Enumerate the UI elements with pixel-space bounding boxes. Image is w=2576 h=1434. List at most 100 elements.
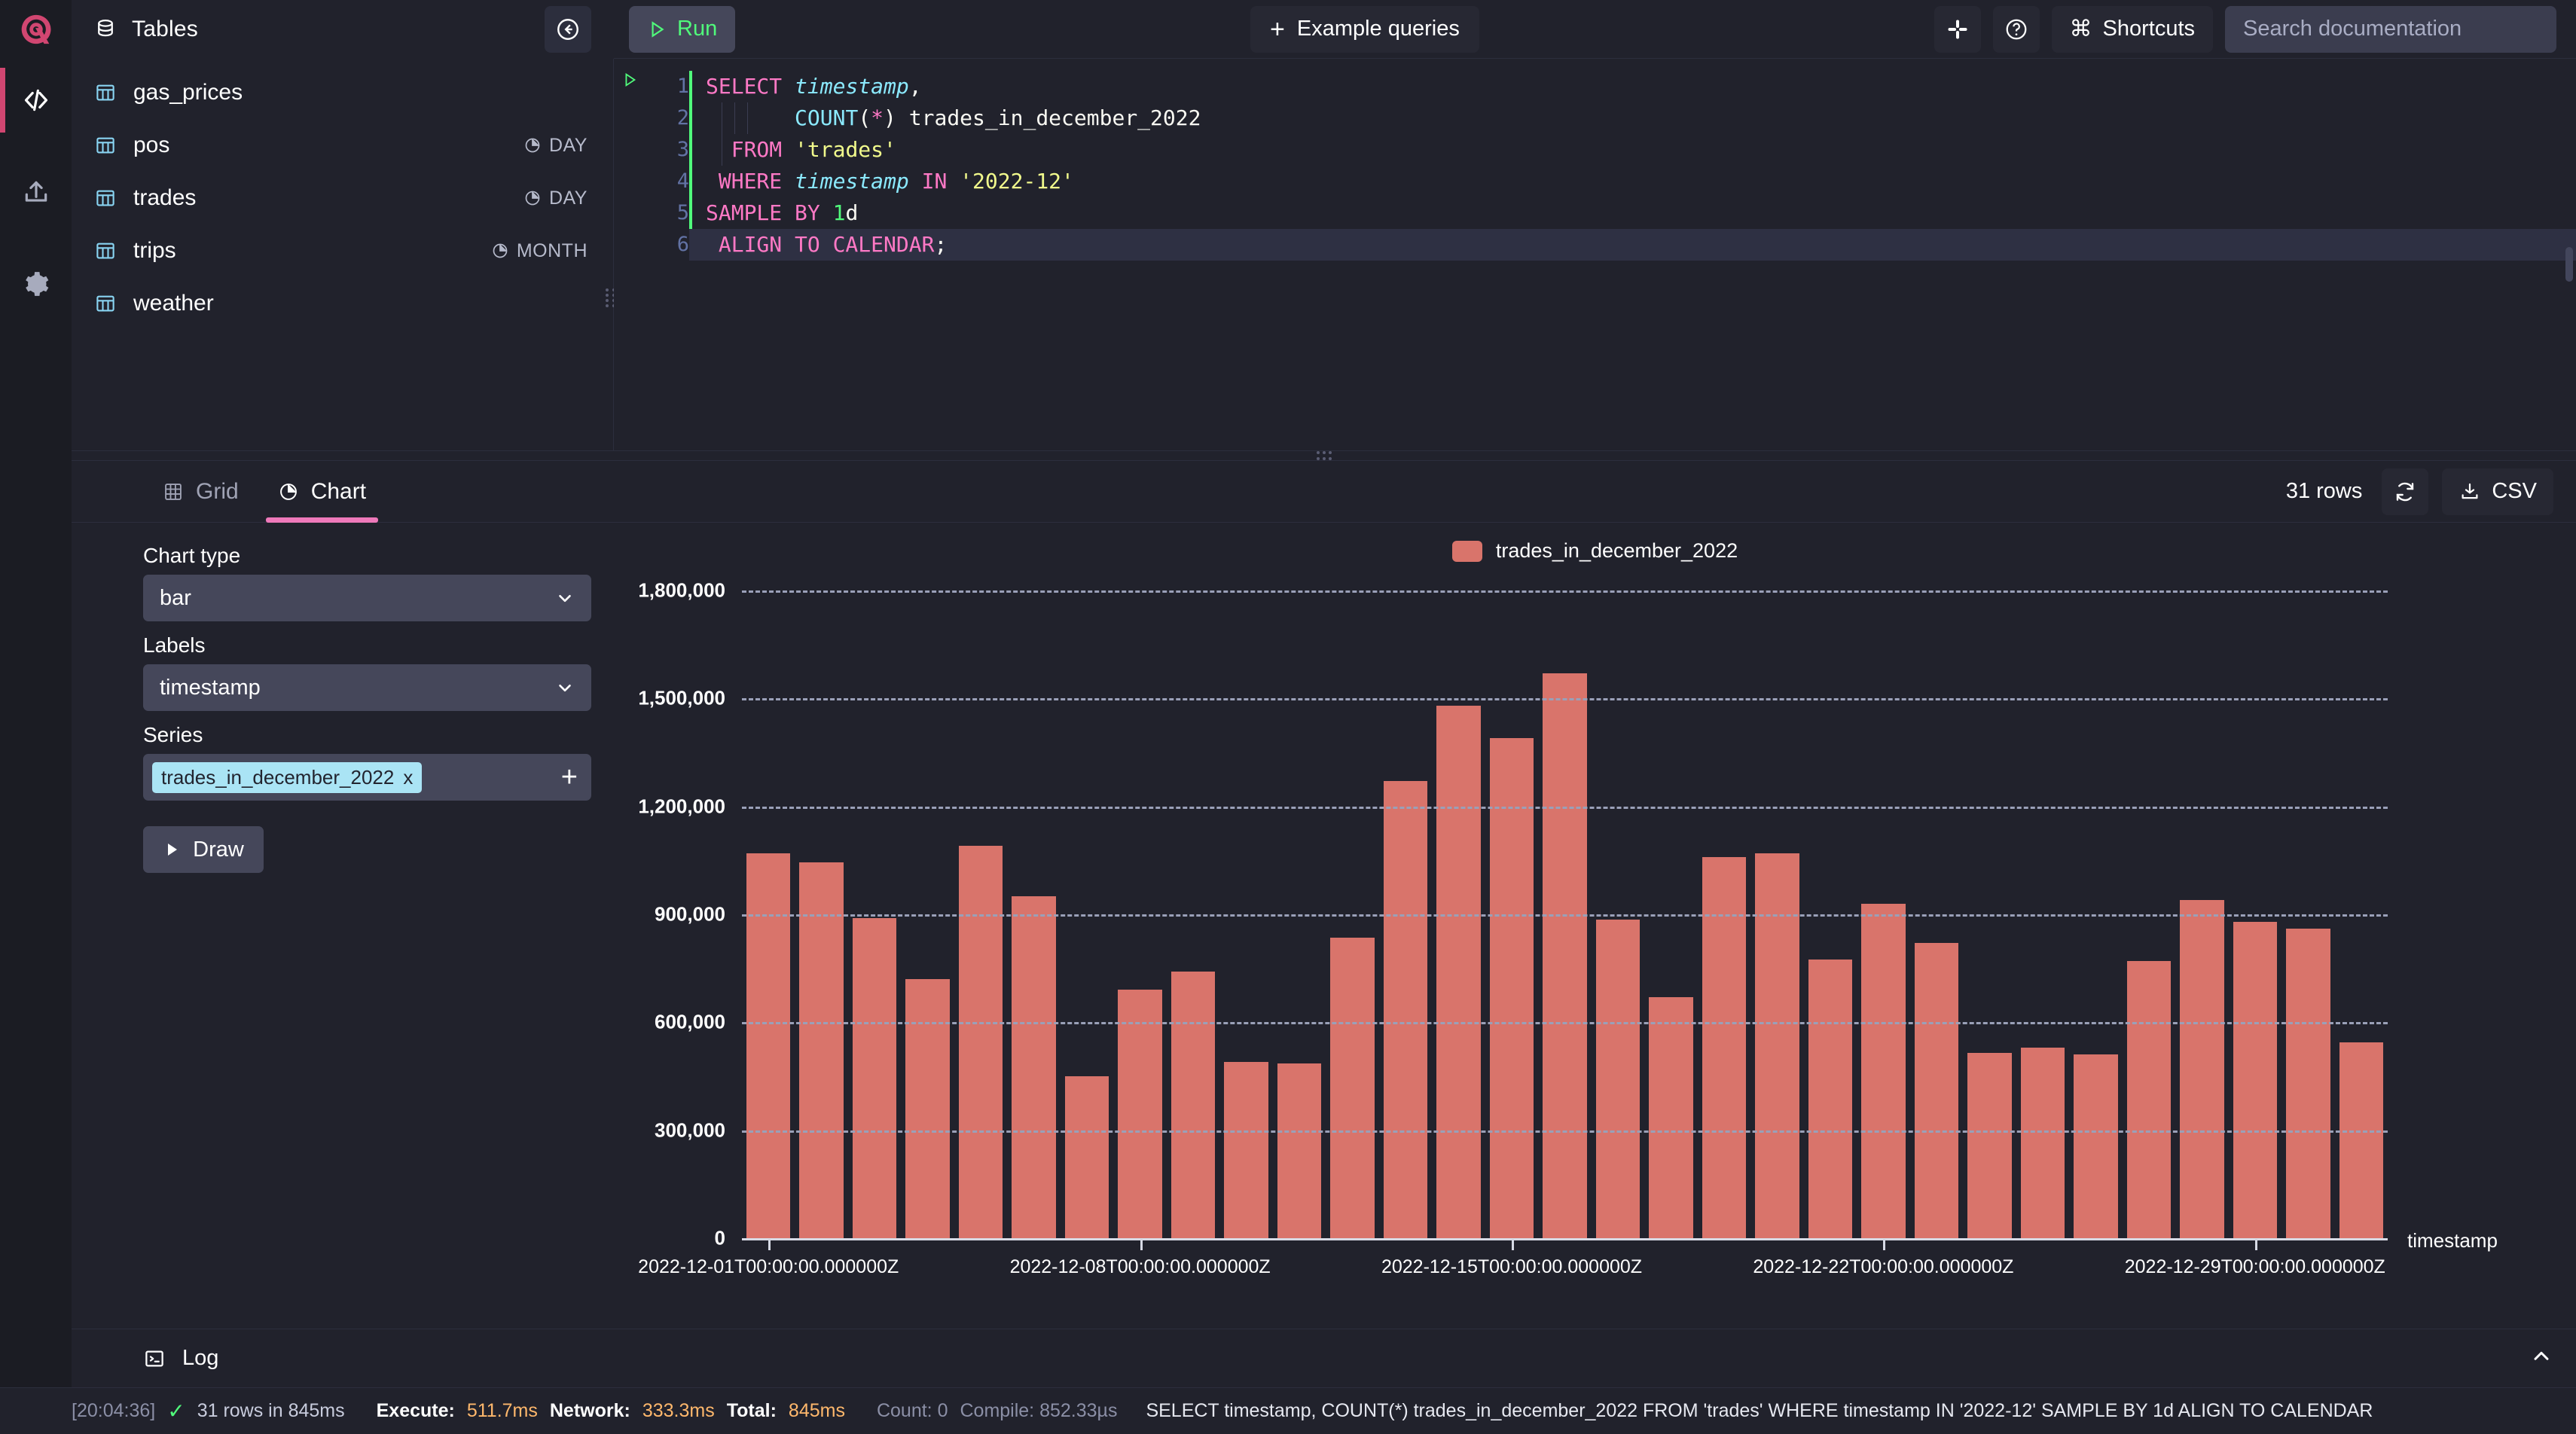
series-field[interactable]: trades_in_december_2022 x + bbox=[143, 754, 591, 801]
chart-bar[interactable] bbox=[1914, 943, 1959, 1238]
status-compile: Compile: 852.33µs bbox=[960, 1400, 1118, 1421]
chart-bar[interactable] bbox=[905, 979, 950, 1238]
chart-gridline bbox=[742, 698, 2388, 701]
chart-bar[interactable] bbox=[1436, 705, 1481, 1238]
chart-bar[interactable] bbox=[1383, 781, 1428, 1238]
x-axis-tick-label: 2022-12-22T00:00:00.000000Z bbox=[1753, 1256, 2014, 1277]
collapse-left-icon bbox=[557, 18, 578, 40]
editor-code-area[interactable]: SELECT timestamp, COUNT(*) trades_in_dec… bbox=[689, 59, 2576, 450]
chart-bar[interactable] bbox=[852, 917, 897, 1238]
chart-bar[interactable] bbox=[2180, 899, 2224, 1238]
slack-button[interactable] bbox=[1934, 5, 1981, 53]
code-token: timestamp bbox=[795, 74, 909, 99]
chart-bar[interactable] bbox=[1595, 920, 1641, 1238]
download-icon bbox=[2462, 483, 2478, 499]
chart-bar[interactable] bbox=[2339, 1042, 2384, 1238]
chart-bar[interactable] bbox=[799, 862, 844, 1238]
chart-bar[interactable] bbox=[1012, 896, 1056, 1238]
chart-bar[interactable] bbox=[958, 846, 1003, 1238]
chart-bar[interactable] bbox=[1649, 996, 1693, 1238]
example-queries-button[interactable]: + Example queries bbox=[1250, 5, 1479, 53]
code-line[interactable]: WHERE timestamp IN '2022-12' bbox=[689, 166, 2576, 197]
download-csv-button[interactable]: CSV bbox=[2442, 468, 2553, 515]
chart-bar[interactable] bbox=[1861, 903, 1906, 1238]
table-row[interactable]: gas_prices bbox=[72, 66, 613, 119]
editor-and-tables: gas_prices pos DAY trades DAY trips MONT… bbox=[72, 59, 2576, 450]
log-label: Log bbox=[182, 1346, 219, 1370]
chart-bar[interactable] bbox=[1967, 1052, 2012, 1238]
chart-bar[interactable] bbox=[746, 853, 791, 1238]
series-chip-label: trades_in_december_2022 bbox=[161, 765, 395, 789]
refresh-button[interactable] bbox=[2382, 468, 2429, 515]
chart-plot-area: 0 300,000 600,000 900,000 1,200,000 1,500,000… bbox=[638, 579, 2498, 1278]
chart-bar[interactable] bbox=[2020, 1047, 2065, 1238]
code-token: ) trades_in_december_2022 bbox=[884, 105, 1201, 130]
horizontal-resize-handle[interactable] bbox=[72, 450, 2576, 461]
collapse-panel-button[interactable] bbox=[545, 5, 591, 53]
code-line[interactable]: SELECT timestamp, bbox=[689, 71, 2576, 102]
table-row[interactable]: pos DAY bbox=[72, 119, 613, 172]
help-button[interactable] bbox=[1992, 5, 2040, 53]
refresh-icon bbox=[2397, 482, 2414, 501]
tab-chart[interactable]: Chart bbox=[258, 461, 386, 523]
tab-grid[interactable]: Grid bbox=[143, 461, 258, 523]
code-line[interactable]: ALIGN TO CALENDAR; bbox=[689, 229, 2576, 261]
chart-canvas[interactable]: trades_in_december_2022 0 300,000 600,000 9… bbox=[614, 523, 2576, 1329]
chart-bar[interactable] bbox=[2126, 961, 2172, 1238]
code-brackets-icon bbox=[24, 89, 47, 111]
table-row[interactable]: trips MONTH bbox=[72, 224, 613, 277]
questdb-logo[interactable] bbox=[0, 0, 72, 59]
chart-bar[interactable] bbox=[1808, 959, 1853, 1238]
partition-label: MONTH bbox=[516, 240, 588, 261]
chart-bar[interactable] bbox=[1277, 1063, 1322, 1238]
help-circle-icon bbox=[2006, 19, 2026, 39]
draw-button[interactable]: Draw bbox=[143, 826, 264, 873]
chart-bar[interactable] bbox=[2233, 921, 2278, 1238]
editor-scrollbar[interactable] bbox=[2565, 247, 2573, 282]
run-button[interactable]: Run bbox=[629, 5, 736, 53]
chart-legend[interactable]: trades_in_december_2022 bbox=[614, 539, 2576, 563]
chart-bar[interactable] bbox=[1118, 990, 1162, 1238]
status-network-value: 333.3ms bbox=[642, 1400, 715, 1421]
code-line[interactable]: FROM 'trades' bbox=[689, 134, 2576, 166]
add-series-button[interactable]: + bbox=[561, 763, 578, 792]
rail-item-import[interactable] bbox=[0, 160, 72, 224]
pie-chart-icon bbox=[525, 138, 540, 153]
status-execute-label: Execute: bbox=[376, 1400, 455, 1421]
chart-type-select[interactable]: bar bbox=[143, 575, 591, 621]
chart-gridline bbox=[742, 1022, 2388, 1025]
chart-bar[interactable] bbox=[1224, 1061, 1268, 1238]
chart-gridline bbox=[742, 1130, 2388, 1133]
log-collapse-button[interactable] bbox=[2529, 1344, 2553, 1372]
x-axis-tick-label: 2022-12-08T00:00:00.000000Z bbox=[1009, 1256, 1271, 1277]
example-queries-label: Example queries bbox=[1296, 17, 1460, 41]
chart-bar[interactable] bbox=[1064, 1076, 1109, 1238]
code-lines: SELECT timestamp, COUNT(*) trades_in_dec… bbox=[689, 71, 2576, 261]
code-line[interactable]: SAMPLE BY 1d bbox=[689, 197, 2576, 229]
chart-bar[interactable] bbox=[1330, 938, 1375, 1238]
sql-editor[interactable]: 1 2 3 4 5 6 SELECT timestamp, COUNT(*) t… bbox=[614, 59, 2576, 450]
y-axis-tick-label: 300,000 bbox=[655, 1118, 725, 1142]
rail-item-console[interactable] bbox=[0, 68, 72, 133]
series-chip-remove-icon[interactable]: x bbox=[403, 766, 413, 789]
table-icon bbox=[96, 243, 114, 259]
table-row[interactable]: trades DAY bbox=[72, 172, 613, 224]
rail-item-settings[interactable] bbox=[0, 252, 72, 316]
log-bar[interactable]: Log bbox=[72, 1329, 2576, 1387]
chart-bar[interactable] bbox=[1755, 853, 1799, 1238]
shortcuts-button[interactable]: ⌘ Shortcuts bbox=[2051, 5, 2213, 53]
series-chip[interactable]: trades_in_december_2022 x bbox=[152, 761, 423, 793]
table-row[interactable]: weather bbox=[72, 277, 613, 330]
status-network-label: Network: bbox=[549, 1400, 630, 1421]
chart-bar[interactable] bbox=[1489, 737, 1534, 1238]
chart-bar[interactable] bbox=[2286, 929, 2330, 1238]
play-icon[interactable] bbox=[621, 71, 638, 89]
search-documentation-input[interactable]: Search documentation bbox=[2225, 5, 2556, 53]
labels-select[interactable]: timestamp bbox=[143, 664, 591, 711]
code-line[interactable]: COUNT(*) trades_in_december_2022 bbox=[689, 102, 2576, 134]
chart-bar[interactable] bbox=[2074, 1054, 2118, 1238]
chart-bar[interactable] bbox=[1543, 673, 1587, 1238]
chart-bar[interactable] bbox=[1170, 972, 1216, 1238]
